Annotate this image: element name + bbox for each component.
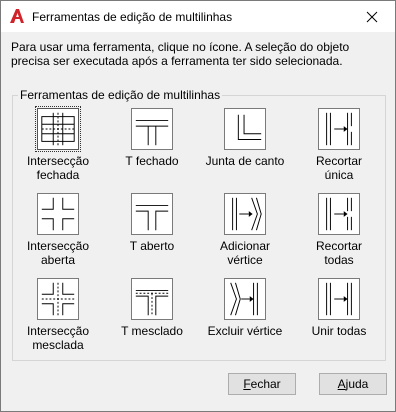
tool-merged-cross[interactable]: Intersecção mesclada: [13, 278, 103, 352]
tool-closed-cross[interactable]: Intersecção fechada: [13, 106, 103, 182]
cut-all-icon: [318, 193, 360, 235]
help-button[interactable]: Ajuda: [319, 373, 387, 395]
tool-label: Recortar única: [315, 154, 362, 182]
tool-label: T aberto: [129, 239, 175, 253]
tool-label: Adicionar vértice: [219, 239, 271, 267]
closed-tee-icon: [131, 108, 173, 150]
groupbox-label: Ferramentas de edição de multilinhas: [18, 88, 223, 102]
tool-label: Excluir vértice: [207, 324, 283, 338]
merged-cross-icon: [37, 278, 79, 320]
tool-label: T fechado: [125, 154, 179, 168]
tool-delete-vertex[interactable]: Excluir vértice: [200, 278, 290, 338]
tool-weld-all[interactable]: Unir todas: [294, 278, 384, 338]
corner-joint-icon: [224, 108, 266, 150]
tool-label: Unir todas: [311, 324, 367, 338]
open-tee-icon: [131, 193, 173, 235]
tool-label: Junta de canto: [205, 154, 285, 168]
tool-closed-tee[interactable]: T fechado: [107, 108, 197, 168]
delete-vertex-icon: [224, 278, 266, 320]
close-icon: [366, 11, 378, 22]
tool-label: Intersecção aberta: [26, 239, 90, 267]
tool-label: Intersecção mesclada: [26, 324, 90, 352]
tool-corner-joint[interactable]: Junta de canto: [200, 108, 290, 168]
tool-merged-tee[interactable]: T mesclado: [107, 278, 197, 338]
multiline-edit-tools-dialog: Ferramentas de edição de multilinhas Par…: [0, 0, 396, 412]
help-button-mnemonic: A: [337, 377, 346, 391]
tool-label: Intersecção fechada: [26, 154, 90, 182]
cut-single-icon: [318, 108, 360, 150]
autocad-a-icon: [10, 9, 24, 23]
window-title: Ferramentas de edição de multilinhas: [32, 10, 233, 24]
add-vertex-icon: [224, 193, 266, 235]
merged-tee-icon: [131, 278, 173, 320]
closed-cross-icon: [35, 106, 81, 152]
weld-all-icon: [318, 278, 360, 320]
close-button-label: echar: [250, 377, 281, 391]
title-bar: Ferramentas de edição de multilinhas: [1, 1, 395, 32]
close-dialog-button[interactable]: Fechar: [228, 373, 296, 395]
close-button[interactable]: [349, 1, 395, 32]
tool-open-tee[interactable]: T aberto: [107, 193, 197, 253]
open-cross-icon: [37, 193, 79, 235]
tool-add-vertex[interactable]: Adicionar vértice: [200, 193, 290, 267]
instructions-text: Para usar uma ferramenta, clique no ícon…: [11, 40, 350, 68]
tool-open-cross[interactable]: Intersecção aberta: [13, 193, 103, 267]
tool-label: T mesclado: [121, 324, 183, 338]
tool-cut-all[interactable]: Recortar todas: [294, 193, 384, 267]
help-button-label: juda: [345, 377, 369, 391]
close-button-mnemonic: F: [243, 377, 251, 391]
tool-cut-single[interactable]: Recortar única: [294, 108, 384, 182]
tool-label: Recortar todas: [315, 239, 362, 267]
